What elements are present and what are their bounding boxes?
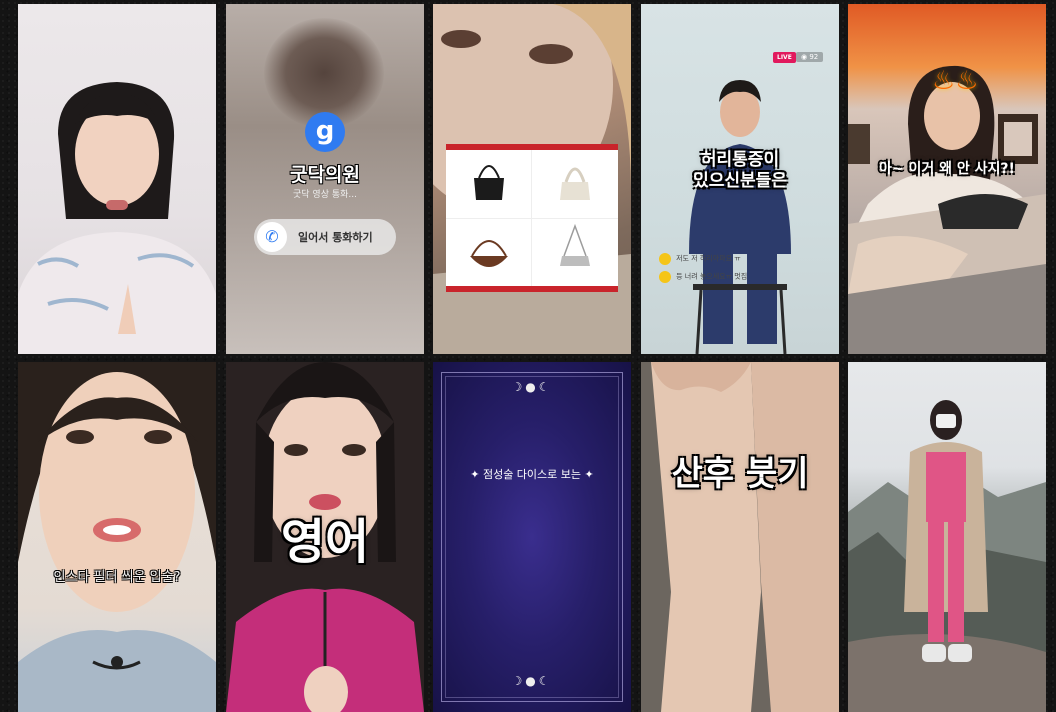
video-tile-6[interactable]: 인스타 필터 씌운 입술?: [18, 362, 216, 712]
bag-silver-icon[interactable]: [532, 218, 618, 286]
legs-illustration: [641, 362, 839, 712]
video-tile-1[interactable]: [18, 4, 216, 354]
video-tile-2[interactable]: g 굿닥의원 굿닥 영상 통화... ✆ 일어서 통화하기: [226, 4, 424, 354]
viewer-count-value: 92: [809, 53, 819, 61]
hiker-illustration: [848, 400, 1046, 712]
video-tile-9[interactable]: 산후 붓기: [641, 362, 839, 712]
caption-shopping: 아~ 이거 왜 안 사지?!: [879, 161, 1015, 177]
bag-black-icon[interactable]: [446, 150, 532, 218]
live-badge: LIVE: [773, 52, 796, 63]
viewer-count: ◉ 92: [796, 52, 824, 62]
caption-postpartum: 산후 붓기: [671, 454, 809, 494]
emoji-icon: [659, 252, 671, 265]
phone-icon: ✆: [257, 222, 287, 252]
video-tile-4[interactable]: LIVE ◉ 92 허리통증이 있으신분들은 저도 저 허리아파요 ㅠ 등 너려…: [641, 4, 839, 354]
emoji-icon: [659, 270, 671, 283]
fire-emoji: ♨♨: [932, 66, 979, 96]
video-tile-7[interactable]: 영어: [226, 362, 424, 712]
goodoc-logo: g: [305, 112, 345, 152]
comment-text: 저도 저 허리아파요 ㅠ: [676, 254, 741, 263]
call-button[interactable]: ✆ 일어서 통화하기: [254, 219, 396, 255]
caption-astrology-text: 점성술 다이스로 보는: [482, 468, 582, 481]
woman-clothes-illustration: [848, 65, 1046, 354]
moon-phases-bottom: ☽●☾: [511, 674, 553, 688]
caption-astrology: ✦ 점성술 다이스로 보는 ✦: [433, 466, 631, 482]
video-tile-3[interactable]: [433, 4, 631, 354]
sparkle-icon: ✦: [581, 468, 594, 481]
caption-doctor: 허리통증이 있으신분들은: [693, 150, 787, 191]
video-tile-5[interactable]: ♨♨ 아~ 이거 왜 안 사지?!: [848, 4, 1046, 354]
video-tile-8[interactable]: ☽●☾ ✦ 점성술 다이스로 보는 ✦ ☽●☾: [433, 362, 631, 712]
comment-2: 등 너려 놓으세요ㅠ 멋집: [659, 266, 747, 285]
caption-english: 영어: [280, 514, 370, 570]
sparkle-icon: ✦: [470, 468, 483, 481]
ornamental-frame-inner: [445, 376, 619, 698]
call-title: 굿닥의원: [290, 164, 360, 186]
person-illustration: [18, 82, 216, 354]
call-subtitle: 굿닥 영상 통화...: [293, 190, 357, 200]
bag-cream-icon[interactable]: [532, 150, 618, 218]
comment-text: 등 너려 놓으세요ㅠ 멋집: [676, 272, 748, 281]
call-button-label: 일어서 통화하기: [298, 231, 373, 244]
video-tile-10[interactable]: [848, 362, 1046, 712]
bag-brown-icon[interactable]: [446, 218, 532, 286]
moon-phases-top: ☽●☾: [511, 380, 553, 394]
caption-lip-filter: 인스타 필터 씌운 입술?: [53, 570, 181, 585]
woman-face-illustration: [18, 362, 216, 712]
product-grid[interactable]: [446, 144, 618, 292]
goodoc-logo-letter: g: [315, 116, 335, 146]
comment-1: 저도 저 허리아파요 ㅠ: [659, 248, 741, 267]
